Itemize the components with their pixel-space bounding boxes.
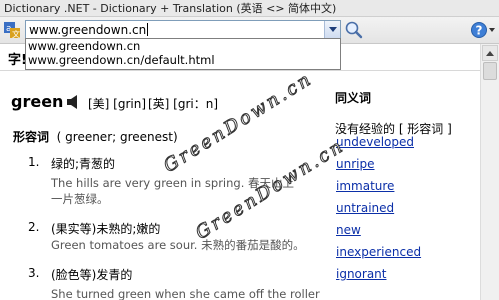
vertical-scrollbar[interactable] <box>480 44 499 300</box>
pos-forms: ( greener; greenest) <box>56 130 178 144</box>
dropdown-item[interactable]: www.greendown.cn <box>26 39 340 53</box>
help-icon[interactable]: ? <box>470 21 496 39</box>
synonym-link[interactable]: inexperienced <box>336 245 421 259</box>
headword: green <box>11 92 64 111</box>
synonym-link[interactable]: new <box>336 223 361 237</box>
dictionary-app-icon[interactable]: a 文 <box>3 21 21 39</box>
sense-number: 2. <box>28 220 40 234</box>
part-of-speech: 形容词 ( greener; greenest) <box>13 128 178 145</box>
svg-text:文: 文 <box>12 29 20 39</box>
sense-number: 1. <box>28 155 40 169</box>
sense-example: She turned green when she came off the r… <box>51 287 320 300</box>
sense-example: Green tomatoes are sour. 未熟的番茄是酸的。 <box>51 238 305 252</box>
chevron-down-icon[interactable] <box>324 21 340 38</box>
search-input[interactable]: www.greendown.cn <box>29 22 149 38</box>
sense-definition: 绿的;青葱的 <box>51 157 116 171</box>
phonetic-us: [美] [grin] <box>88 97 147 111</box>
watermark-text: GreenDown.cn <box>160 68 318 178</box>
sense-definition: (脸色等)发青的 <box>51 268 133 282</box>
scroll-up-icon[interactable] <box>482 45 498 61</box>
search-combobox[interactable]: www.greendown.cn <box>25 20 341 39</box>
synonym-link[interactable]: untrained <box>336 201 394 215</box>
scrollbar-thumb[interactable] <box>483 62 497 80</box>
definition-pane: 字! green [美] [grin] [英] [gri：n] 形容词 ( gr… <box>0 44 480 300</box>
phonetic-uk: [英] [gri：n] <box>148 97 219 111</box>
search-history-dropdown: www.greendown.cn www.greendown.cn/defaul… <box>25 38 341 70</box>
sense-definition: (果实等)未熟的;嫩的 <box>51 222 161 236</box>
synonym-link[interactable]: undeveloped <box>336 135 414 149</box>
window-title: Dictionary .NET - Dictionary + Translati… <box>0 0 499 17</box>
svg-text:?: ? <box>476 24 483 38</box>
divider <box>0 70 480 71</box>
synonym-link[interactable]: unripe <box>336 157 374 171</box>
synonym-link[interactable]: ignorant <box>336 267 387 281</box>
sense-number: 3. <box>28 266 40 280</box>
magnifier-icon[interactable] <box>344 20 363 39</box>
speaker-icon[interactable] <box>66 94 80 109</box>
pos-label: 形容词 <box>13 130 50 144</box>
synonym-link[interactable]: immature <box>336 179 394 193</box>
synonyms-title: 同义词 <box>335 91 372 105</box>
dropdown-item[interactable]: www.greendown.cn/default.html <box>26 53 340 67</box>
sense-example: The hills are very green in spring. 春天山上… <box>51 176 295 206</box>
